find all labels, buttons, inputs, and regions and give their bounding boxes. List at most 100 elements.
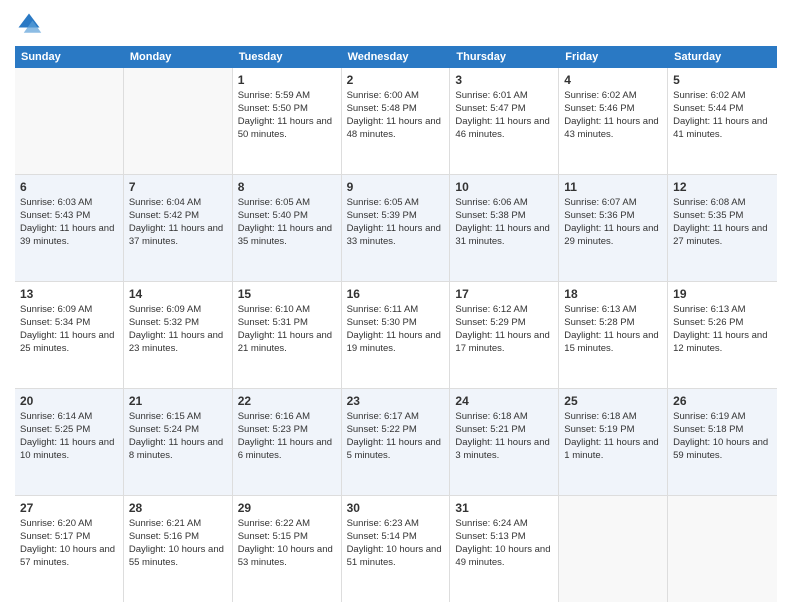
day-info: Sunrise: 6:14 AMSunset: 5:25 PMDaylight:… [20,411,114,460]
day-info: Sunrise: 6:06 AMSunset: 5:38 PMDaylight:… [455,197,549,246]
calendar-cell: 23Sunrise: 6:17 AMSunset: 5:22 PMDayligh… [342,389,451,495]
calendar-cell [559,496,668,602]
day-number: 18 [564,286,662,302]
calendar-cell: 30 Sunrise: 6:23 AMSunset: 5:14 PMDayligh… [342,496,451,602]
calendar-cell: 7 Sunrise: 6:04 AMSunset: 5:42 PMDaylight… [124,175,233,281]
day-info: Sunrise: 6:19 AMSunset: 5:18 PMDaylight:… [673,411,768,460]
day-info: Sunrise: 6:18 AMSunset: 5:21 PMDaylight:… [455,411,549,460]
header [15,10,777,38]
day-number: 31 [455,500,553,516]
calendar-cell: 3 Sunrise: 6:01 AMSunset: 5:47 PMDaylight… [450,68,559,174]
day-info: Sunrise: 6:13 AMSunset: 5:28 PMDaylight:… [564,304,658,353]
calendar-cell: 1 Sunrise: 5:59 AMSunset: 5:50 PMDaylight… [233,68,342,174]
calendar-cell: 31 Sunrise: 6:24 AMSunset: 5:13 PMDayligh… [450,496,559,602]
calendar-cell: 2Sunrise: 6:00 AMSunset: 5:48 PMDaylight… [342,68,451,174]
calendar-row-2: 6Sunrise: 6:03 AMSunset: 5:43 PMDaylight… [15,175,777,282]
calendar-cell: 18 Sunrise: 6:13 AMSunset: 5:28 PMDayligh… [559,282,668,388]
day-number: 27 [20,500,118,516]
calendar-cell: 21 Sunrise: 6:15 AMSunset: 5:24 PMDayligh… [124,389,233,495]
day-number: 7 [129,179,227,195]
calendar-cell [668,496,777,602]
calendar-cell: 8 Sunrise: 6:05 AMSunset: 5:40 PMDaylight… [233,175,342,281]
day-info: Sunrise: 6:05 AMSunset: 5:40 PMDaylight:… [238,197,332,246]
calendar-cell: 19 Sunrise: 6:13 AMSunset: 5:26 PMDayligh… [668,282,777,388]
day-info: Sunrise: 6:09 AMSunset: 5:34 PMDaylight:… [20,304,114,353]
calendar-cell: 16 Sunrise: 6:11 AMSunset: 5:30 PMDayligh… [342,282,451,388]
day-number: 1 [238,72,336,88]
weekday-header-thursday: Thursday [450,46,559,68]
day-number: 14 [129,286,227,302]
day-info: Sunrise: 6:13 AMSunset: 5:26 PMDaylight:… [673,304,767,353]
day-info: Sunrise: 5:59 AMSunset: 5:50 PMDaylight:… [238,90,332,139]
calendar-cell: 14Sunrise: 6:09 AMSunset: 5:32 PMDayligh… [124,282,233,388]
day-info: Sunrise: 6:04 AMSunset: 5:42 PMDaylight:… [129,197,223,246]
calendar-cell: 26 Sunrise: 6:19 AMSunset: 5:18 PMDayligh… [668,389,777,495]
calendar: SundayMondayTuesdayWednesdayThursdayFrid… [15,46,777,602]
day-number: 19 [673,286,772,302]
day-info: Sunrise: 6:15 AMSunset: 5:24 PMDaylight:… [129,411,223,460]
day-number: 13 [20,286,118,302]
weekday-header-monday: Monday [124,46,233,68]
weekday-header-friday: Friday [559,46,668,68]
day-number: 3 [455,72,553,88]
day-number: 5 [673,72,772,88]
calendar-cell [124,68,233,174]
calendar-cell: 5 Sunrise: 6:02 AMSunset: 5:44 PMDaylight… [668,68,777,174]
calendar-cell: 29Sunrise: 6:22 AMSunset: 5:15 PMDayligh… [233,496,342,602]
day-info: Sunrise: 6:20 AMSunset: 5:17 PMDaylight:… [20,518,115,567]
calendar-cell: 6Sunrise: 6:03 AMSunset: 5:43 PMDaylight… [15,175,124,281]
day-info: Sunrise: 6:11 AMSunset: 5:30 PMDaylight:… [347,304,441,353]
logo [15,10,47,38]
calendar-cell: 17 Sunrise: 6:12 AMSunset: 5:29 PMDayligh… [450,282,559,388]
day-number: 22 [238,393,336,409]
calendar-cell: 27 Sunrise: 6:20 AMSunset: 5:17 PMDayligh… [15,496,124,602]
day-info: Sunrise: 6:24 AMSunset: 5:13 PMDaylight:… [455,518,550,567]
logo-icon [15,10,43,38]
calendar-cell: 15Sunrise: 6:10 AMSunset: 5:31 PMDayligh… [233,282,342,388]
day-info: Sunrise: 6:01 AMSunset: 5:47 PMDaylight:… [455,90,549,139]
weekday-header-saturday: Saturday [668,46,777,68]
weekday-header-tuesday: Tuesday [233,46,342,68]
day-number: 26 [673,393,772,409]
calendar-row-5: 27 Sunrise: 6:20 AMSunset: 5:17 PMDayligh… [15,496,777,602]
day-number: 25 [564,393,662,409]
day-number: 24 [455,393,553,409]
calendar-cell: 4 Sunrise: 6:02 AMSunset: 5:46 PMDaylight… [559,68,668,174]
page: SundayMondayTuesdayWednesdayThursdayFrid… [0,0,792,612]
day-number: 8 [238,179,336,195]
day-number: 12 [673,179,772,195]
day-number: 29 [238,500,336,516]
calendar-cell: 10 Sunrise: 6:06 AMSunset: 5:38 PMDayligh… [450,175,559,281]
day-number: 30 [347,500,445,516]
calendar-cell: 22 Sunrise: 6:16 AMSunset: 5:23 PMDayligh… [233,389,342,495]
day-number: 28 [129,500,227,516]
day-number: 10 [455,179,553,195]
calendar-cell: 25 Sunrise: 6:18 AMSunset: 5:19 PMDayligh… [559,389,668,495]
day-info: Sunrise: 6:23 AMSunset: 5:14 PMDaylight:… [347,518,442,567]
day-number: 17 [455,286,553,302]
calendar-cell: 24 Sunrise: 6:18 AMSunset: 5:21 PMDayligh… [450,389,559,495]
day-info: Sunrise: 6:12 AMSunset: 5:29 PMDaylight:… [455,304,549,353]
day-number: 4 [564,72,662,88]
day-number: 6 [20,179,118,195]
calendar-cell: 28 Sunrise: 6:21 AMSunset: 5:16 PMDayligh… [124,496,233,602]
day-number: 21 [129,393,227,409]
day-number: 16 [347,286,445,302]
day-info: Sunrise: 6:21 AMSunset: 5:16 PMDaylight:… [129,518,224,567]
calendar-cell: 11Sunrise: 6:07 AMSunset: 5:36 PMDayligh… [559,175,668,281]
calendar-body: 1 Sunrise: 5:59 AMSunset: 5:50 PMDaylight… [15,68,777,602]
day-info: Sunrise: 6:05 AMSunset: 5:39 PMDaylight:… [347,197,441,246]
calendar-row-1: 1 Sunrise: 5:59 AMSunset: 5:50 PMDaylight… [15,68,777,175]
calendar-cell: 12Sunrise: 6:08 AMSunset: 5:35 PMDayligh… [668,175,777,281]
day-info: Sunrise: 6:02 AMSunset: 5:44 PMDaylight:… [673,90,767,139]
calendar-header: SundayMondayTuesdayWednesdayThursdayFrid… [15,46,777,68]
calendar-cell [15,68,124,174]
day-info: Sunrise: 6:17 AMSunset: 5:22 PMDaylight:… [347,411,441,460]
calendar-row-4: 20Sunrise: 6:14 AMSunset: 5:25 PMDayligh… [15,389,777,496]
day-info: Sunrise: 6:16 AMSunset: 5:23 PMDaylight:… [238,411,332,460]
weekday-header-wednesday: Wednesday [342,46,451,68]
day-info: Sunrise: 6:18 AMSunset: 5:19 PMDaylight:… [564,411,658,460]
calendar-row-3: 13 Sunrise: 6:09 AMSunset: 5:34 PMDayligh… [15,282,777,389]
day-info: Sunrise: 6:02 AMSunset: 5:46 PMDaylight:… [564,90,658,139]
day-info: Sunrise: 6:07 AMSunset: 5:36 PMDaylight:… [564,197,658,246]
